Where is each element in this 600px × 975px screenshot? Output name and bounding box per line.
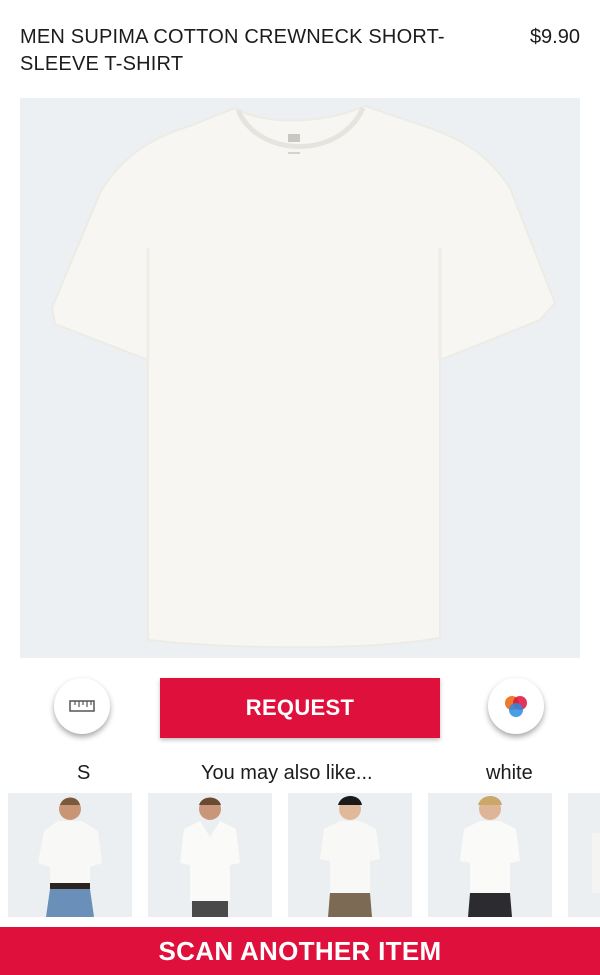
model-photo: [38, 797, 102, 917]
product-image: [20, 98, 580, 658]
product-title: MEN SUPIMA COTTON CREWNECK SHORT-SLEEVE …: [20, 26, 445, 75]
selected-size[interactable]: S: [77, 760, 90, 786]
color-swatch-icon: [505, 696, 527, 717]
ruler-icon: [69, 700, 95, 712]
recommendation-item[interactable]: [148, 793, 272, 917]
model-photo: [592, 833, 600, 893]
recommendations-label: You may also like...: [201, 762, 373, 784]
model-photo: [320, 796, 380, 917]
size-guide-button[interactable]: [54, 678, 110, 734]
recommendation-item[interactable]: [428, 793, 552, 917]
scan-another-item-button[interactable]: SCAN ANOTHER ITEM: [0, 927, 600, 975]
model-photo: [460, 796, 520, 917]
product-price: $9.90: [529, 26, 580, 48]
color-picker-button[interactable]: [488, 678, 544, 734]
recommendation-item[interactable]: [8, 793, 132, 917]
recommendation-item[interactable]: [568, 793, 600, 917]
recommendations-carousel[interactable]: [8, 793, 600, 917]
selected-color[interactable]: white: [486, 760, 533, 786]
tshirt-image: [50, 104, 557, 649]
model-photo: [180, 797, 240, 917]
request-button[interactable]: REQUEST: [160, 678, 440, 738]
recommendation-item[interactable]: [288, 793, 412, 917]
